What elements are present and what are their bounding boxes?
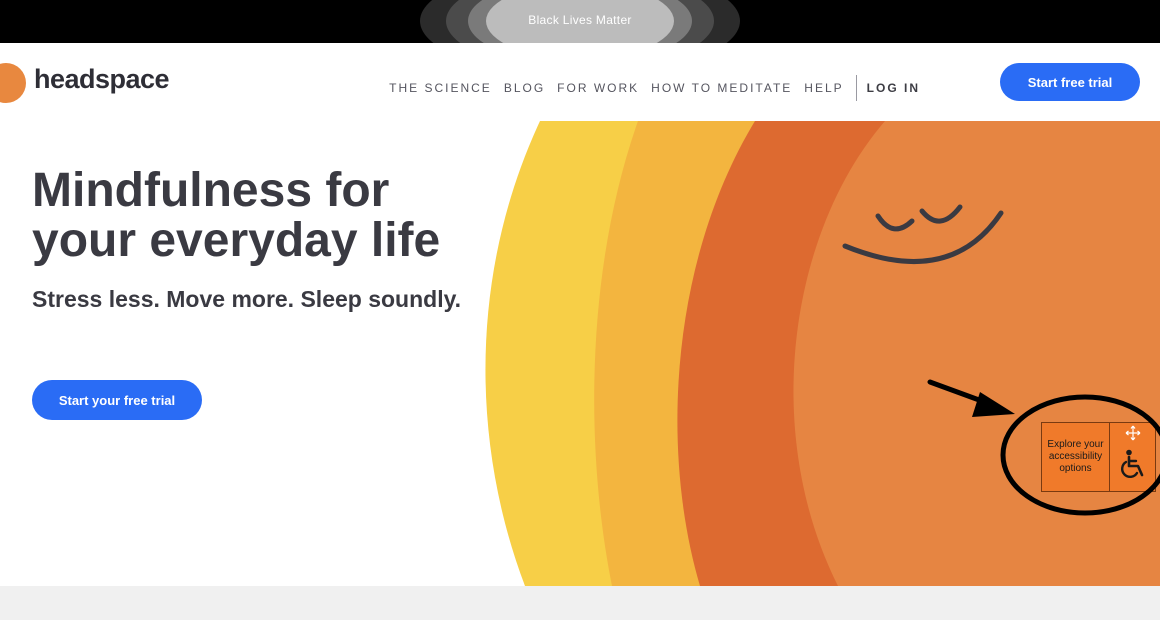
move-icon[interactable]: [1125, 425, 1141, 441]
accessibility-widget[interactable]: Explore your accessibility options: [1041, 422, 1156, 492]
start-free-trial-button[interactable]: Start free trial: [1000, 63, 1140, 101]
site-header: headspace THE SCIENCE BLOG FOR WORK HOW …: [0, 43, 1160, 121]
next-section-strip: [0, 586, 1160, 620]
nav-item-blog[interactable]: BLOG: [504, 81, 545, 95]
main-nav: THE SCIENCE BLOG FOR WORK HOW TO MEDITAT…: [377, 75, 920, 101]
hero-title: Mindfulness for your everyday life: [32, 164, 441, 267]
sun-face: [793, 121, 1160, 586]
announcement-banner[interactable]: Black Lives Matter: [0, 0, 1160, 43]
nav-item-the-science[interactable]: THE SCIENCE: [389, 81, 492, 95]
logo-text[interactable]: headspace: [34, 64, 170, 95]
nav-divider: [855, 75, 857, 101]
accessibility-label[interactable]: Explore your accessibility options: [1042, 423, 1110, 491]
wheelchair-icon: [1121, 449, 1144, 478]
nav-item-how-to-meditate[interactable]: HOW TO MEDITATE: [651, 81, 792, 95]
start-your-free-trial-button[interactable]: Start your free trial: [32, 380, 202, 420]
logo-icon[interactable]: [0, 63, 26, 103]
banner-text[interactable]: Black Lives Matter: [0, 13, 1160, 27]
nav-item-for-work[interactable]: FOR WORK: [557, 81, 639, 95]
accessibility-icon-box[interactable]: [1110, 423, 1155, 491]
hero-subtitle: Stress less. Move more. Sleep soundly.: [32, 286, 462, 312]
nav-item-help[interactable]: HELP: [804, 81, 843, 95]
login-link[interactable]: LOG IN: [867, 81, 920, 95]
